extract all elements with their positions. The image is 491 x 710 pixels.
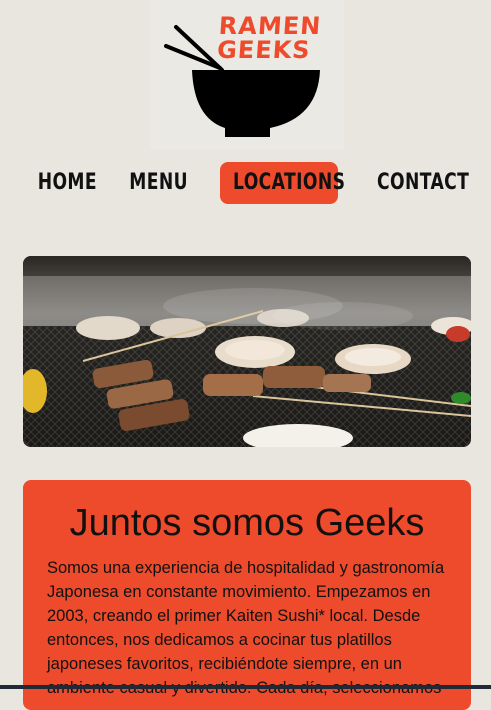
- intro-card: Juntos somos Geeks Somos una experiencia…: [23, 480, 471, 710]
- main-nav: HOME MENU LOCATIONS CONTACT: [0, 160, 491, 206]
- bottom-bar: [0, 685, 491, 689]
- logo[interactable]: RAMEN GEEKS: [150, 0, 344, 150]
- logo-line-2: GEEKS: [216, 36, 312, 64]
- grill-photo: [23, 256, 471, 447]
- hero-image: [23, 256, 471, 447]
- nav-contact[interactable]: CONTACT: [377, 162, 469, 204]
- nav-locations[interactable]: LOCATIONS: [233, 162, 345, 204]
- logo-line-1: RAMEN: [217, 12, 323, 40]
- logo-text: RAMEN GEEKS: [216, 12, 323, 64]
- nav-home[interactable]: HOME: [38, 162, 97, 204]
- intro-body: Somos una experiencia de hospitalidad y …: [47, 559, 445, 697]
- nav-menu[interactable]: MENU: [129, 162, 187, 204]
- intro-title: Juntos somos Geeks: [69, 502, 425, 544]
